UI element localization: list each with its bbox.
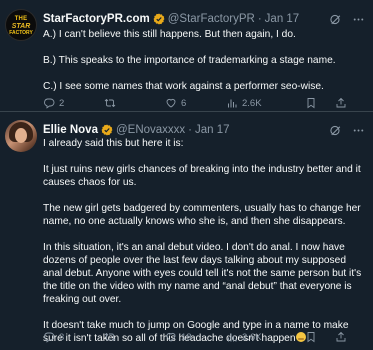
more-options-icon[interactable] xyxy=(352,13,365,26)
tweet-paragraph: It just ruins new girls chances of break… xyxy=(43,164,361,188)
reply-icon xyxy=(44,332,55,343)
separator-dot: · xyxy=(188,124,193,136)
avatar[interactable] xyxy=(5,120,37,152)
tweet-top-actions xyxy=(329,124,365,137)
grok-icon[interactable] xyxy=(329,124,342,137)
tweet-top-actions xyxy=(329,13,365,26)
share-icon xyxy=(336,331,346,342)
like-button[interactable]: 18 xyxy=(165,331,192,343)
view-count: 2.6K xyxy=(242,97,262,109)
heart-icon xyxy=(166,332,176,342)
views-button[interactable]: 2.6K xyxy=(226,97,262,109)
tweet-paragraph: The new girl gets badgered by commenters… xyxy=(43,203,361,227)
views-button[interactable]: 2.6K xyxy=(226,331,262,343)
avatar[interactable]: THE STAR FACTORY xyxy=(5,9,37,41)
reply-count: 3 xyxy=(59,331,65,343)
tweet-paragraph: B.) This speaks to the importance of tra… xyxy=(43,55,336,66)
tweet-header: StarFactoryPR.com @StarFactoryPR · Jan 1… xyxy=(43,10,299,28)
display-name[interactable]: StarFactoryPR.com xyxy=(43,13,150,25)
separator-dot: · xyxy=(257,13,262,25)
tweet-actions: 2 6 2.6K xyxy=(43,96,368,110)
tweet-paragraph: C.) I see some names that work against a… xyxy=(43,81,324,92)
reply-button[interactable]: 3 xyxy=(43,331,64,343)
heart-icon xyxy=(166,98,176,108)
tweet-paragraph: A.) I can't believe this still happens. … xyxy=(43,29,296,40)
retweet-icon xyxy=(104,332,116,342)
like-count: 6 xyxy=(181,97,187,109)
user-handle[interactable]: @ENovaxxxx xyxy=(116,124,185,136)
grok-icon[interactable] xyxy=(329,13,342,26)
retweet-button[interactable] xyxy=(104,331,120,343)
bookmark-icon xyxy=(307,98,315,109)
reply-count: 2 xyxy=(59,97,65,109)
avatar-text-line3: FACTORY xyxy=(9,30,33,36)
bookmark-button[interactable] xyxy=(305,331,317,343)
avatar-text-line2: STAR xyxy=(11,23,31,30)
views-chart-icon xyxy=(228,333,237,342)
tweet-actions: 3 18 2.6K xyxy=(43,330,368,344)
user-handle[interactable]: @StarFactoryPR xyxy=(168,13,255,25)
bookmark-button[interactable] xyxy=(305,97,317,109)
tweet-paragraph: In this situation, it's an anal debut vi… xyxy=(43,242,362,305)
share-button[interactable] xyxy=(335,97,347,109)
like-count: 18 xyxy=(181,331,192,343)
like-button[interactable]: 6 xyxy=(165,97,186,109)
share-button[interactable] xyxy=(335,331,347,343)
tweet-text: A.) I can't believe this still happens. … xyxy=(43,28,365,93)
reply-button[interactable]: 2 xyxy=(43,97,64,109)
timestamp[interactable]: Jan 17 xyxy=(265,13,300,25)
tweet-paragraph: I already said this but here it is: xyxy=(43,138,184,149)
verified-badge-icon xyxy=(153,13,165,25)
share-icon xyxy=(336,97,346,108)
display-name[interactable]: Ellie Nova xyxy=(43,124,98,136)
views-chart-icon xyxy=(228,99,237,108)
retweet-button[interactable] xyxy=(104,97,120,109)
timestamp[interactable]: Jan 17 xyxy=(195,124,230,136)
tweet-text: I already said this but here it is: It j… xyxy=(43,137,365,345)
reply-icon xyxy=(44,98,55,109)
bookmark-icon xyxy=(307,332,315,343)
verified-badge-icon xyxy=(101,124,113,136)
avatar-text-line1: THE xyxy=(14,16,28,22)
view-count: 2.6K xyxy=(242,331,262,343)
more-options-icon[interactable] xyxy=(352,124,365,137)
retweet-icon xyxy=(104,98,116,108)
avatar-face xyxy=(15,128,27,143)
